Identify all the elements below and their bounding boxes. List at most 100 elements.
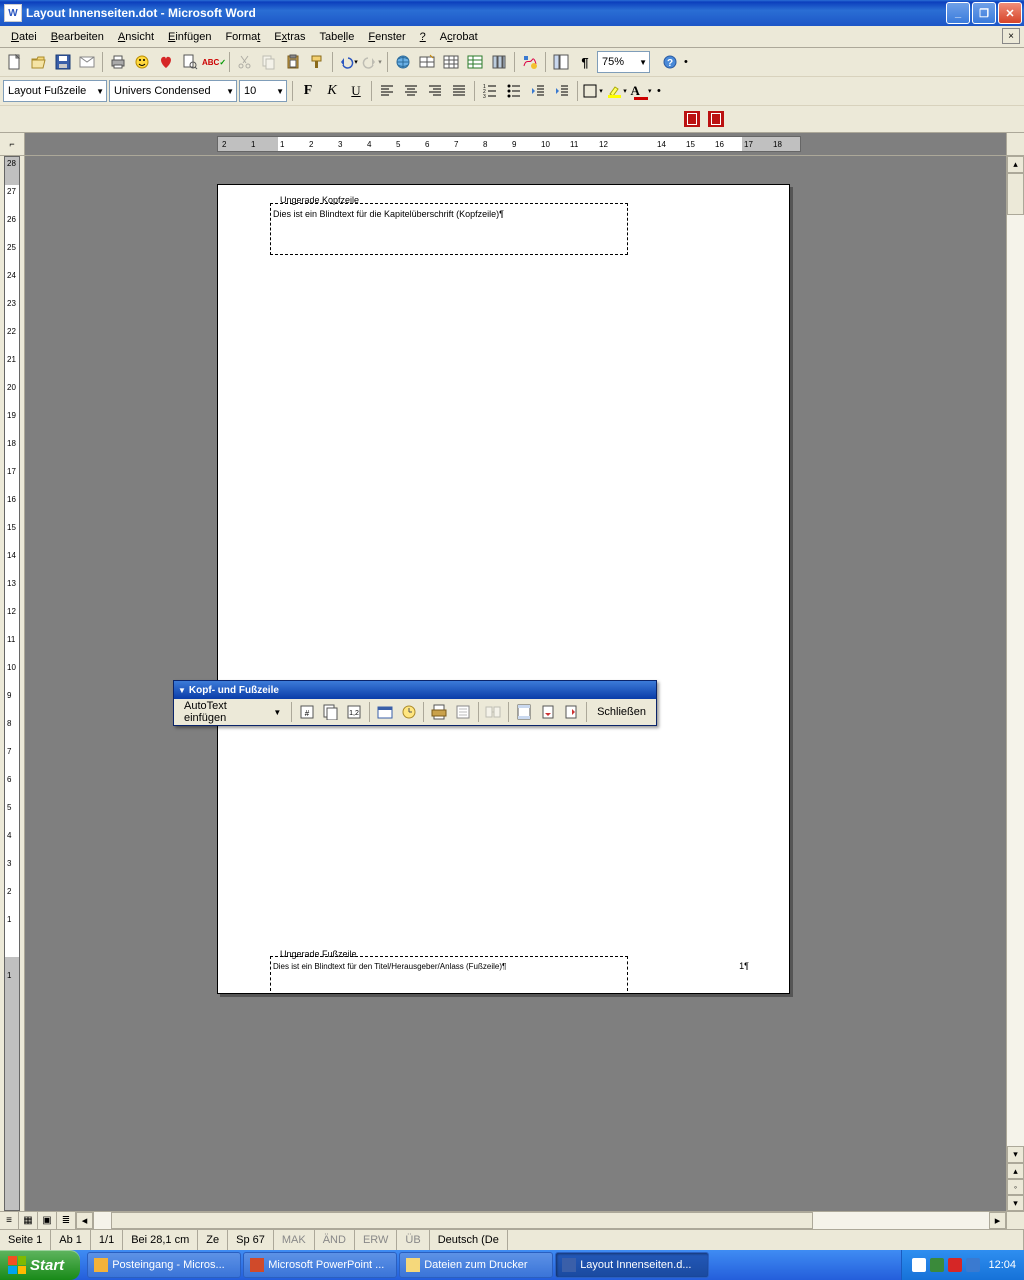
font-color-button[interactable]: A▾	[629, 79, 653, 103]
vertical-ruler[interactable]: 2827262524232221201918171615141312111098…	[0, 156, 25, 1211]
print-button[interactable]	[106, 50, 130, 74]
align-right-button[interactable]	[423, 79, 447, 103]
tray-network-icon[interactable]	[966, 1258, 980, 1272]
undo-button[interactable]: ▾	[336, 50, 360, 74]
minimize-button[interactable]: _	[946, 2, 970, 24]
menu-datei[interactable]: Datei	[4, 29, 44, 45]
insert-date-button[interactable]	[373, 700, 397, 724]
normal-view-button[interactable]: ≡	[0, 1212, 19, 1229]
scroll-down-button[interactable]: ▾	[1007, 1146, 1024, 1163]
format-page-number-button[interactable]: 1,2	[343, 700, 367, 724]
next-page-button[interactable]: ▾	[1007, 1195, 1024, 1211]
menu-ansicht[interactable]: Ansicht	[111, 29, 161, 45]
heart-button[interactable]	[154, 50, 178, 74]
new-doc-button[interactable]	[3, 50, 27, 74]
insert-table-button[interactable]	[439, 50, 463, 74]
insert-page-number-button[interactable]: #	[295, 700, 319, 724]
vertical-scrollbar[interactable]: ▴ ▾ ▴ ◦ ▾	[1006, 156, 1024, 1211]
show-hide-text-button[interactable]	[451, 700, 475, 724]
scroll-left-button[interactable]: ◂	[76, 1212, 93, 1229]
font-size-dropdown[interactable]: 10▼	[239, 80, 287, 102]
save-button[interactable]	[51, 50, 75, 74]
pdf-create-button[interactable]	[680, 107, 704, 131]
status-record-macro[interactable]: MAK	[274, 1230, 315, 1250]
taskbar-item-powerpoint[interactable]: Microsoft PowerPoint ...	[243, 1252, 397, 1278]
vertical-scroll-thumb[interactable]	[1007, 173, 1024, 215]
horizontal-ruler[interactable]: 211234567891011121415161718	[25, 133, 1006, 155]
drawing-button[interactable]	[518, 50, 542, 74]
page-setup-button[interactable]	[427, 700, 451, 724]
tray-mail-icon[interactable]	[912, 1258, 926, 1272]
insert-time-button[interactable]	[397, 700, 421, 724]
italic-button[interactable]: K	[320, 79, 344, 103]
style-dropdown[interactable]: Layout Fußzeile▼	[3, 80, 107, 102]
browse-object-button[interactable]: ◦	[1007, 1179, 1024, 1195]
align-justify-button[interactable]	[447, 79, 471, 103]
close-button[interactable]: ✕	[998, 2, 1022, 24]
menu-fenster[interactable]: Fenster	[361, 29, 412, 45]
show-next-button[interactable]	[559, 700, 583, 724]
increase-indent-button[interactable]	[550, 79, 574, 103]
smiley-button[interactable]	[130, 50, 154, 74]
status-track-changes[interactable]: ÄND	[315, 1230, 355, 1250]
bullets-button[interactable]	[502, 79, 526, 103]
print-layout-view-button[interactable]: ▣	[38, 1212, 57, 1229]
status-language[interactable]: Deutsch (De	[430, 1230, 508, 1250]
format-painter-button[interactable]	[305, 50, 329, 74]
start-button[interactable]: Start	[0, 1250, 80, 1280]
copy-button[interactable]	[257, 50, 281, 74]
decrease-indent-button[interactable]	[526, 79, 550, 103]
tray-shield-icon[interactable]	[930, 1258, 944, 1272]
same-as-previous-button[interactable]	[482, 700, 506, 724]
outline-view-button[interactable]: ≣	[57, 1212, 76, 1229]
numbering-button[interactable]: 123	[478, 79, 502, 103]
align-left-button[interactable]	[375, 79, 399, 103]
system-tray[interactable]: 12:04	[901, 1250, 1024, 1280]
bold-button[interactable]: F	[296, 79, 320, 103]
previous-page-button[interactable]: ▴	[1007, 1163, 1024, 1179]
tray-antivir-icon[interactable]	[948, 1258, 962, 1272]
taskbar-item-word[interactable]: Layout Innenseiten.d...	[555, 1252, 709, 1278]
header-footer-close-button[interactable]: Schließen	[590, 701, 653, 723]
menu-help[interactable]: ?	[413, 29, 433, 45]
page-canvas[interactable]: Ungerade Kopfzeile Dies ist ein Blindtex…	[25, 156, 1006, 1211]
horizontal-scrollbar[interactable]	[93, 1212, 989, 1229]
ruler-corner[interactable]: ⌐	[0, 133, 25, 155]
status-overtype[interactable]: ÜB	[397, 1230, 429, 1250]
excel-button[interactable]	[463, 50, 487, 74]
borders-button[interactable]: ▾	[581, 79, 605, 103]
switch-header-footer-button[interactable]	[512, 700, 536, 724]
underline-button[interactable]: U	[344, 79, 368, 103]
header-content-text[interactable]: Dies ist ein Blindtext für die Kapitelüb…	[273, 209, 504, 219]
menu-tabelle[interactable]: Tabelle	[312, 29, 361, 45]
taskbar-item-outlook[interactable]: Posteingang - Micros...	[87, 1252, 241, 1278]
show-previous-button[interactable]	[536, 700, 560, 724]
font-dropdown[interactable]: Univers Condensed▼	[109, 80, 237, 102]
footer-content-text[interactable]: Dies ist ein Blindtext für den Titel/Her…	[273, 962, 506, 971]
hyperlink-button[interactable]	[391, 50, 415, 74]
open-button[interactable]	[27, 50, 51, 74]
show-formatting-button[interactable]: ¶	[573, 50, 597, 74]
menu-bearbeiten[interactable]: Bearbeiten	[44, 29, 111, 45]
pdf-create-mail-button[interactable]	[704, 107, 728, 131]
autotext-insert-dropdown[interactable]: AutoText einfügen▼	[177, 701, 288, 723]
taskbar-item-folder[interactable]: Dateien zum Drucker	[399, 1252, 553, 1278]
status-extend-selection[interactable]: ERW	[355, 1230, 397, 1250]
menu-extras[interactable]: Extras	[267, 29, 312, 45]
mail-button[interactable]	[75, 50, 99, 74]
menu-einfuegen[interactable]: Einfügen	[161, 29, 218, 45]
menu-acrobat[interactable]: Acrobat	[433, 29, 485, 45]
paste-button[interactable]	[281, 50, 305, 74]
zoom-dropdown[interactable]: 75%▼	[597, 51, 650, 73]
redo-button[interactable]: ▾	[360, 50, 384, 74]
document-close-button[interactable]: ×	[1002, 28, 1020, 44]
header-footer-toolbar[interactable]: ▼Kopf- und Fußzeile AutoText einfügen▼ #…	[173, 680, 657, 726]
header-footer-toolbar-title[interactable]: ▼Kopf- und Fußzeile	[174, 681, 656, 699]
tables-borders-button[interactable]	[415, 50, 439, 74]
print-preview-button[interactable]	[178, 50, 202, 74]
scroll-right-button[interactable]: ▸	[989, 1212, 1006, 1229]
help-button[interactable]: ?	[658, 50, 682, 74]
web-view-button[interactable]: ▦	[19, 1212, 38, 1229]
insert-page-count-button[interactable]	[319, 700, 343, 724]
scroll-up-button[interactable]: ▴	[1007, 156, 1024, 173]
